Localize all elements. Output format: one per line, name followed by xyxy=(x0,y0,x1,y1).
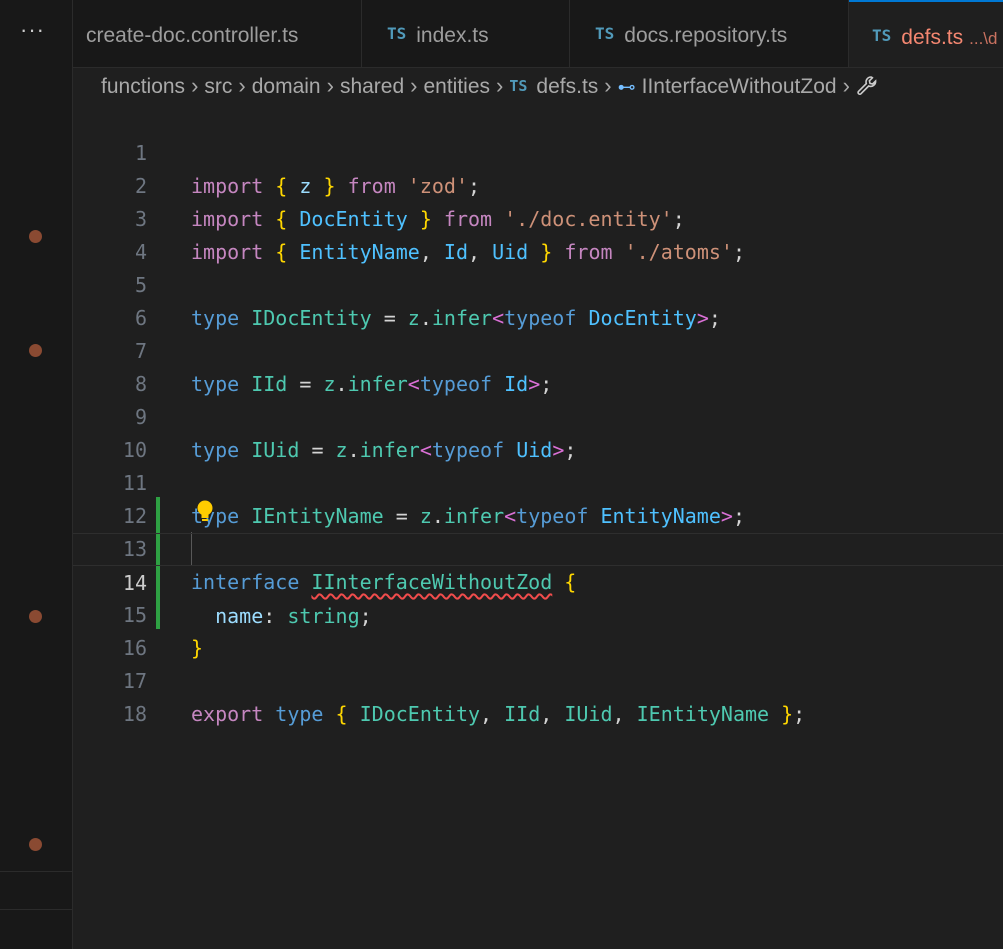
activity-sidebar: ··· xyxy=(0,0,73,949)
chevron-right-icon: › xyxy=(191,73,199,98)
typescript-icon: TS xyxy=(872,26,892,45)
chevron-right-icon: › xyxy=(238,73,246,98)
code-line[interactable]: 7 type IId = z.infer<typeof Id>; xyxy=(73,302,1003,396)
code-text: export type { IDocEntity, IId, IUid, IEn… xyxy=(191,702,806,726)
code-line[interactable]: 10 xyxy=(73,401,1003,462)
breadcrumb-item[interactable]: shared xyxy=(340,75,404,98)
typescript-icon: TS xyxy=(509,77,528,95)
breadcrumb-item[interactable]: entities xyxy=(423,75,490,98)
tab-label: defs.ts xyxy=(901,26,964,49)
code-line[interactable]: 1 import { z } from 'zod'; xyxy=(73,104,1003,198)
tab-path-hint: ...\d xyxy=(969,29,998,48)
tab-defs[interactable]: TS defs.ts ...\d xyxy=(849,0,1003,67)
code-line[interactable]: 3 import { EntityName, Id, Uid } from '.… xyxy=(73,170,1003,264)
editor-tab-bar: create-doc.controller.ts TS index.ts TS do… xyxy=(73,0,1003,68)
breadcrumb-item[interactable]: src xyxy=(204,75,232,98)
chevron-right-icon: › xyxy=(496,73,504,98)
divider xyxy=(0,909,73,910)
code-line[interactable]: 12 xyxy=(73,467,1003,528)
typescript-icon: TS xyxy=(387,24,407,43)
tab-label: index.ts xyxy=(416,24,489,47)
wrench-icon[interactable] xyxy=(856,75,878,97)
lightbulb-icon[interactable] xyxy=(195,499,215,523)
breakpoint-dot-icon[interactable] xyxy=(29,230,42,243)
tab-label: create-doc.controller.ts xyxy=(86,24,299,47)
breadcrumb: functions › src › domain › shared › entities › TS d… xyxy=(73,68,1003,104)
code-line-current[interactable]: 14 name: string; xyxy=(73,533,1003,628)
line-number: 18 xyxy=(122,702,147,726)
breadcrumb-file[interactable]: defs.ts xyxy=(536,75,598,98)
code-line[interactable]: 11 type IEntityName = z.infer<typeof Ent… xyxy=(73,434,1003,528)
code-line[interactable]: 9 type IUid = z.infer<typeof Uid>; xyxy=(73,368,1003,462)
more-actions-icon[interactable]: ··· xyxy=(20,19,45,41)
chevron-right-icon: › xyxy=(842,73,850,98)
code-line[interactable]: 6 xyxy=(73,269,1003,330)
code-line[interactable]: 16 xyxy=(73,599,1003,660)
tab-create-doc-controller[interactable]: create-doc.controller.ts xyxy=(73,0,362,67)
breadcrumb-item[interactable]: domain xyxy=(252,75,321,98)
breakpoint-dot-icon[interactable] xyxy=(29,344,42,357)
chevron-right-icon: › xyxy=(604,73,612,98)
breakpoint-dot-icon[interactable] xyxy=(29,610,42,623)
symbol-interface-icon: ⊷ xyxy=(617,77,636,97)
code-line[interactable]: 4 xyxy=(73,203,1003,264)
code-line[interactable]: 8 xyxy=(73,335,1003,396)
chevron-right-icon: › xyxy=(410,73,418,98)
code-line[interactable]: 18 xyxy=(73,665,1003,726)
tab-index[interactable]: TS index.ts xyxy=(362,0,570,67)
breakpoint-dot-icon[interactable] xyxy=(29,838,42,851)
tab-docs-repository[interactable]: TS docs.repository.ts xyxy=(570,0,849,67)
typescript-icon: TS xyxy=(595,24,615,43)
breadcrumb-symbol[interactable]: IInterfaceWithoutZod xyxy=(642,75,837,98)
chevron-right-icon: › xyxy=(326,73,334,98)
code-line[interactable]: 5 type IDocEntity = z.infer<typeof DocEn… xyxy=(73,236,1003,330)
code-editor[interactable]: 1 import { z } from 'zod'; 2 import { Do… xyxy=(73,104,1003,949)
breadcrumb-item[interactable]: functions xyxy=(101,75,185,98)
code-line[interactable]: 2 import { DocEntity } from './doc.entit… xyxy=(73,137,1003,231)
code-line[interactable]: 17 export type { IDocEntity, IId, IUid, … xyxy=(73,632,1003,726)
divider xyxy=(0,871,73,872)
code-line[interactable]: 15 } xyxy=(73,566,1003,660)
tab-label: docs.repository.ts xyxy=(624,24,788,47)
